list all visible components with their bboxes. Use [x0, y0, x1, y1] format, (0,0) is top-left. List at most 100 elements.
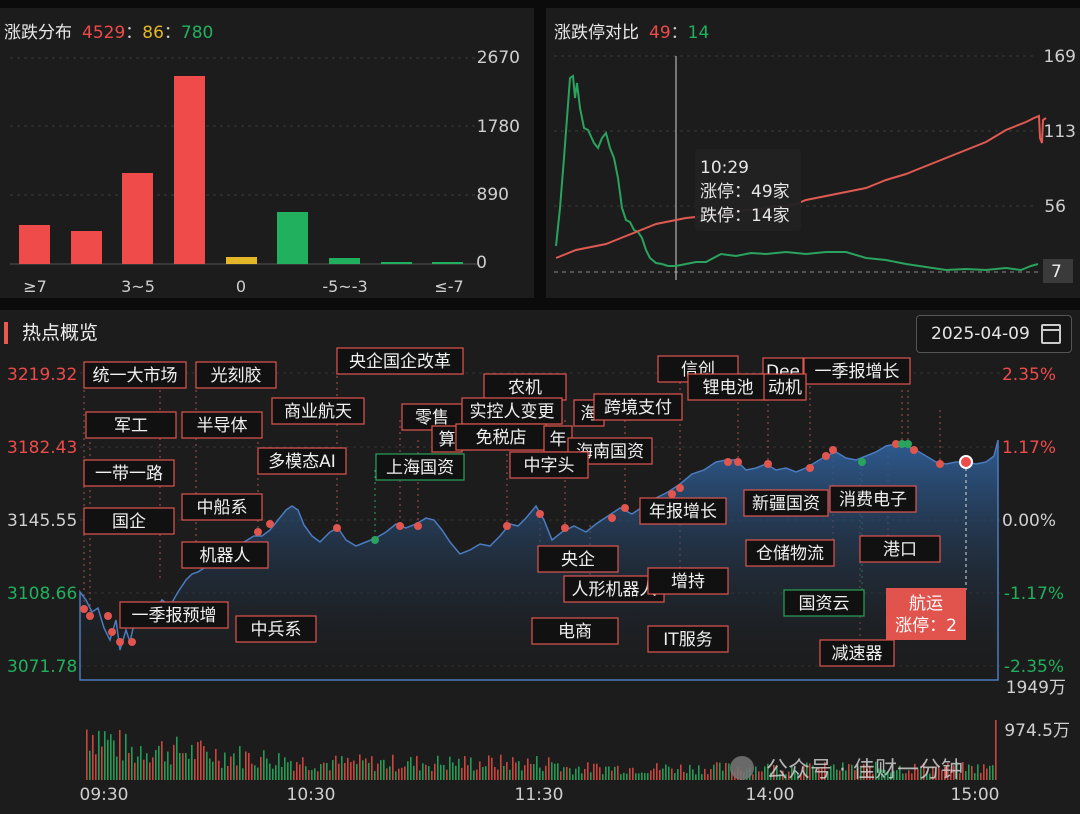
cursor-point[interactable]	[959, 455, 973, 469]
volume-bar	[695, 774, 697, 780]
volume-bar	[758, 771, 760, 780]
topic-tag[interactable]: 锂电池	[687, 373, 769, 401]
volume-bar	[692, 769, 694, 780]
volume-bar	[257, 767, 259, 780]
left-tick-4: 3108.66	[7, 584, 77, 604]
volume-bar	[968, 764, 970, 780]
volume-bar	[440, 764, 442, 780]
topic-tag[interactable]: 央企国企改革	[336, 347, 464, 375]
topic-tag[interactable]: 实控人变更	[461, 397, 563, 425]
topic-tag-label: 实控人变更	[470, 402, 555, 422]
topic-tag[interactable]: 农机	[483, 373, 567, 401]
volume-bar	[638, 773, 640, 780]
topic-tag-label: 零售	[415, 408, 449, 428]
topic-tag[interactable]: 年报增长	[639, 497, 727, 525]
volume-bar	[587, 762, 589, 780]
volume-bar	[347, 757, 349, 780]
topic-tag[interactable]: 电商	[531, 617, 619, 645]
volume-bar	[386, 768, 388, 780]
volume-bar	[293, 770, 295, 780]
topic-tag[interactable]: 上海国资	[375, 453, 465, 481]
distribution-panel: 涨跌分布 4529：86：780 2670 1780 890 0 ≥7 3~5 0…	[0, 8, 534, 298]
topic-tag-label: 央企国企改革	[349, 352, 451, 372]
limit-ytick-169: 169	[1044, 47, 1076, 67]
topic-tag[interactable]: 仓储物流	[745, 539, 835, 567]
topic-tag[interactable]: 军工	[85, 411, 177, 439]
volume-bar	[455, 765, 457, 780]
volume-bar	[281, 766, 283, 780]
topic-tag[interactable]: 光刻胶	[195, 361, 277, 389]
bar-ge7	[19, 225, 50, 264]
topic-tag[interactable]: 港口	[859, 535, 941, 563]
topic-tag-label: 国企	[112, 512, 146, 532]
volume-bar	[284, 757, 286, 780]
topic-tag[interactable]: 一带一路	[83, 459, 175, 487]
topic-tag[interactable]: 央企	[537, 545, 619, 573]
volume-bar	[584, 768, 586, 780]
dist-xlabel-0: 0	[236, 277, 246, 296]
topic-tag[interactable]: 中字头	[509, 451, 589, 479]
volume-bar	[980, 772, 982, 780]
bar-lem7	[432, 262, 463, 264]
volume-bar	[470, 757, 472, 780]
volume-bar	[128, 752, 130, 780]
topic-tag[interactable]: 跨境支付	[593, 393, 683, 421]
time-0930: 09:30	[80, 785, 129, 805]
volume-bar	[554, 763, 556, 780]
topic-tag[interactable]: 中船系	[181, 493, 263, 521]
volume-bar	[566, 767, 568, 780]
volume-bar	[410, 757, 412, 780]
volume-bar	[608, 766, 610, 780]
topic-tag[interactable]: 免税店	[455, 423, 547, 451]
hotspot-panel: 热点概览 2025-04-09 3219.32 3182.43 3145.55 …	[0, 310, 1080, 814]
dist-xlabel-lem7: ≤-7	[434, 277, 463, 296]
topic-tag[interactable]: 商业航天	[271, 397, 365, 425]
volume-bar	[188, 758, 190, 780]
limit-ytick-56: 56	[1044, 197, 1066, 217]
volume-bar	[626, 773, 628, 780]
volume-bar	[194, 759, 196, 780]
topic-tag[interactable]: 统一大市场	[83, 361, 187, 389]
left-tick-5: 3071.78	[7, 657, 77, 677]
volume-bar	[971, 766, 973, 780]
time-1400: 14:00	[746, 785, 795, 805]
highlight-detail: 涨停：2	[895, 616, 957, 636]
volume-bar	[365, 758, 367, 780]
topic-tag[interactable]: 中兵系	[235, 615, 317, 643]
topic-tag-label: 人形机器人	[572, 580, 657, 600]
volume-bar	[536, 756, 538, 780]
topic-tag-label: 跨境支付	[604, 398, 672, 418]
topic-tag[interactable]: 一季报增长	[803, 357, 911, 385]
volume-bar	[368, 762, 370, 780]
volume-bar	[662, 768, 664, 780]
volume-bar	[191, 744, 193, 780]
topic-tag[interactable]: 半导体	[181, 411, 263, 439]
topic-tag[interactable]: 增持	[647, 567, 729, 595]
volume-bar	[407, 761, 409, 780]
topic-tag-label: 算	[439, 430, 456, 450]
volume-bar	[401, 767, 403, 780]
volume-bar	[344, 763, 346, 780]
volume-bar	[650, 770, 652, 780]
topic-tag[interactable]: 多模态AI	[257, 447, 347, 475]
volume-bar	[704, 768, 706, 780]
topic-tag-label: 港口	[883, 540, 917, 560]
topic-tag[interactable]: 机器人	[181, 541, 269, 569]
topic-tag[interactable]: 一季报预增	[119, 601, 229, 629]
topic-tag[interactable]: 新疆国资	[743, 489, 829, 517]
topic-tag[interactable]: 减速器	[819, 639, 895, 667]
time-1130: 11:30	[515, 785, 564, 805]
topic-tag[interactable]: 动机	[763, 373, 807, 401]
volume-bar	[317, 771, 319, 780]
dist-ytick-0: 0	[476, 253, 487, 273]
topic-tag[interactable]: 国企	[83, 507, 175, 535]
topic-tag[interactable]: 消费电子	[829, 485, 917, 513]
topic-tag[interactable]: 国资云	[783, 589, 865, 617]
volume-bar	[266, 758, 268, 780]
volume-bar	[242, 768, 244, 780]
topic-tag[interactable]: IT服务	[647, 625, 729, 653]
topic-tag-label: 锂电池	[703, 378, 754, 398]
highlight-name: 航运	[909, 594, 943, 614]
volume-bar	[182, 753, 184, 780]
volume-bar	[629, 768, 631, 780]
